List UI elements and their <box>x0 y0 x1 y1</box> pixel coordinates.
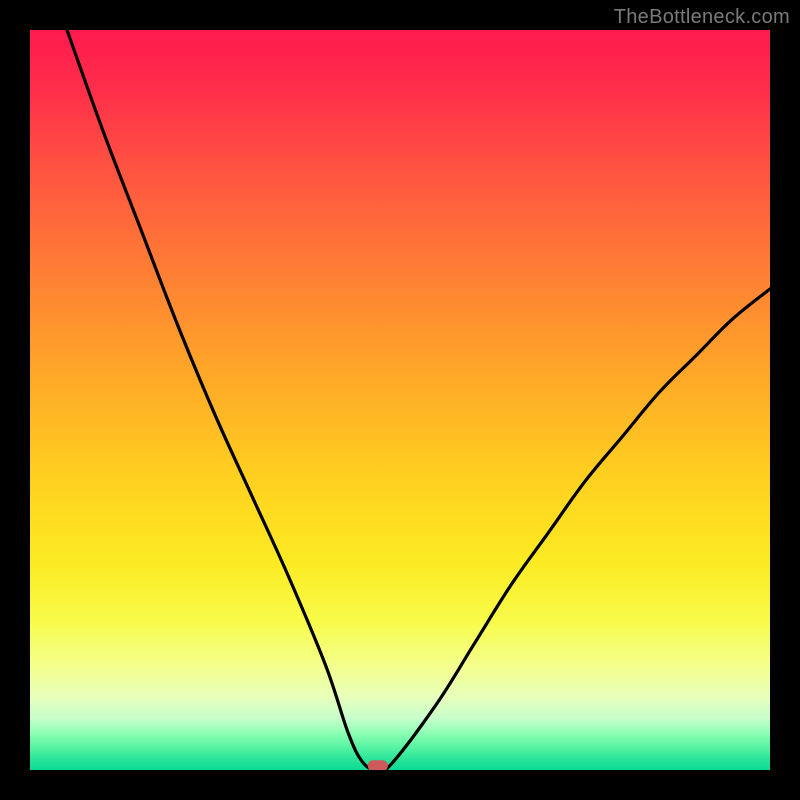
watermark-text: TheBottleneck.com <box>614 6 790 29</box>
chart-frame: TheBottleneck.com <box>0 0 800 800</box>
curve-layer <box>30 30 770 770</box>
plot-area <box>30 30 770 770</box>
minimum-marker <box>368 760 388 770</box>
bottleneck-curve <box>67 30 770 770</box>
